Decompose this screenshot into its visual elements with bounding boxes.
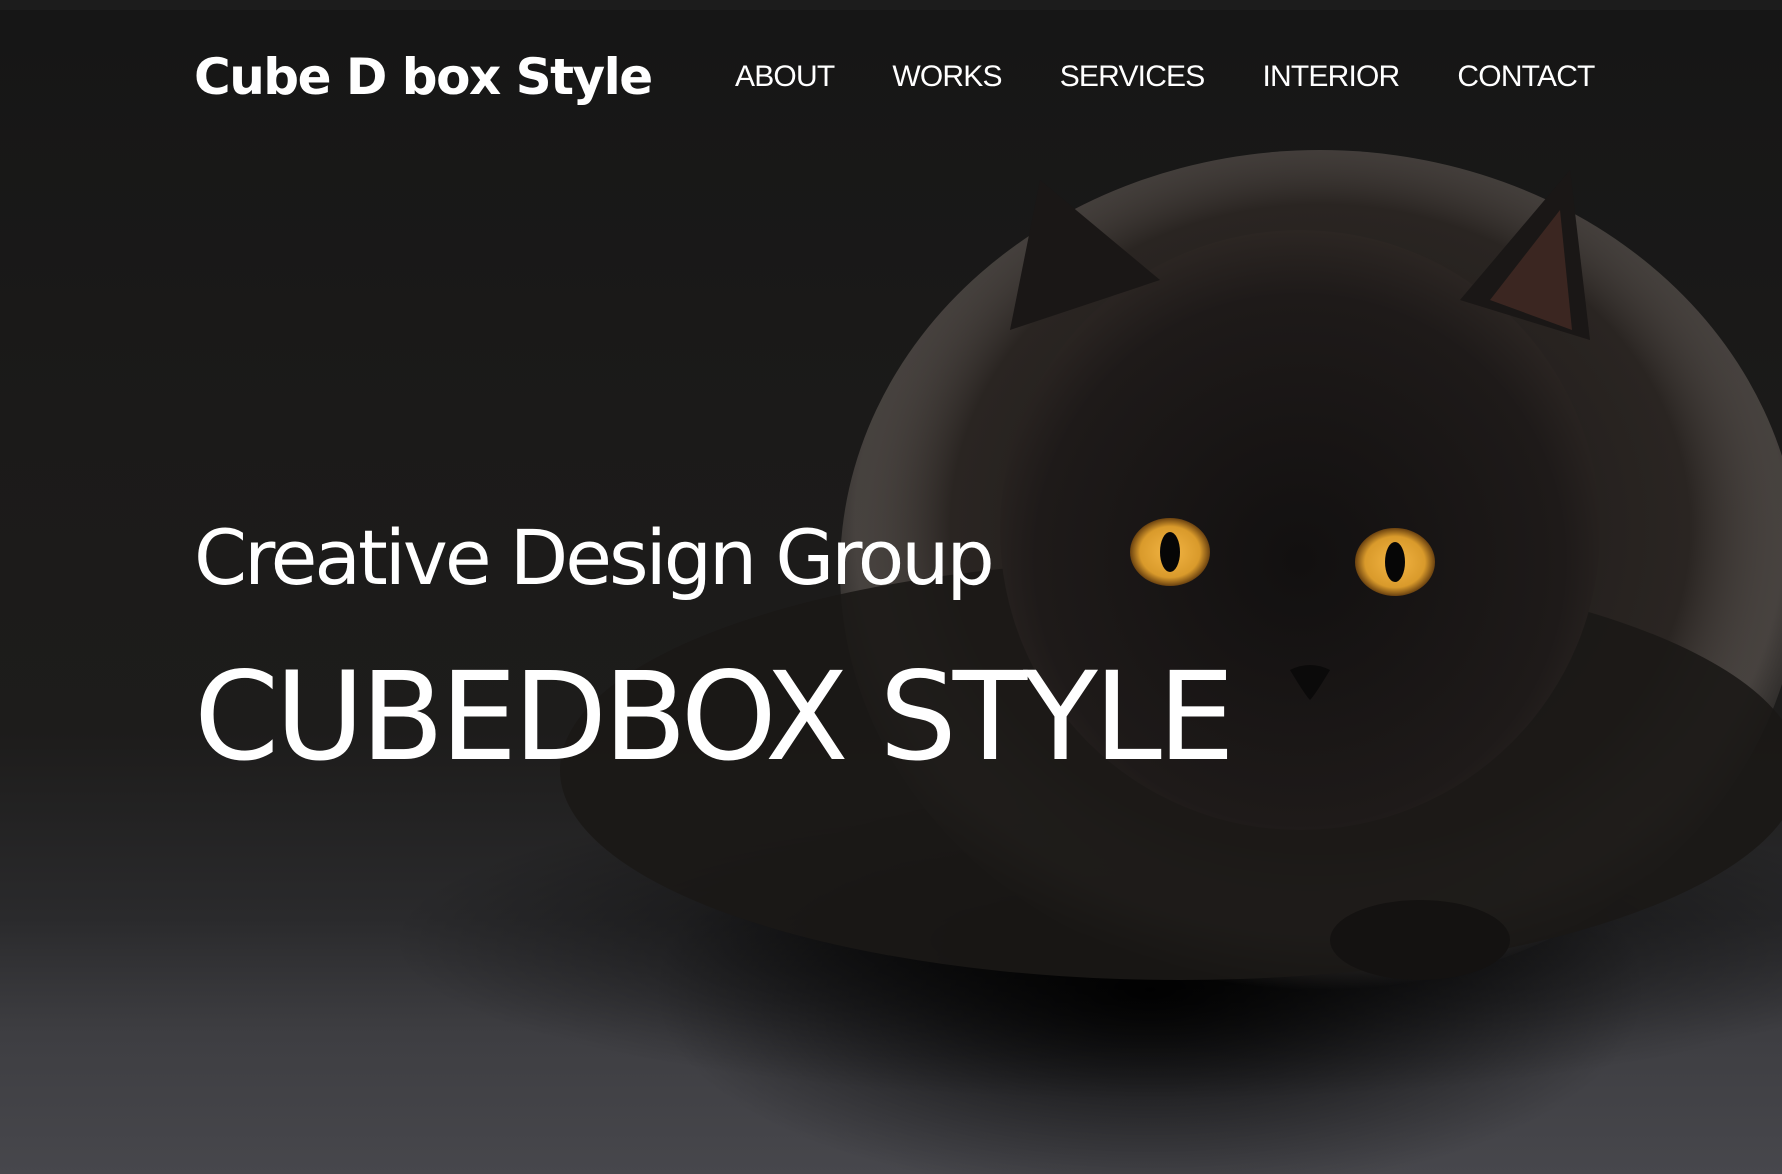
nav-about[interactable]: ABOUT xyxy=(735,60,835,94)
main-nav: ABOUT WORKS SERVICES INTERIOR CONTACT xyxy=(735,60,1595,94)
top-strip xyxy=(0,0,1782,10)
site-logo[interactable]: Cube D box Style xyxy=(194,48,653,106)
hero-text: Creative Design Group CUBEDBOX STYLE xyxy=(194,513,1235,788)
nav-works[interactable]: WORKS xyxy=(892,60,1002,94)
nav-interior[interactable]: INTERIOR xyxy=(1262,60,1400,94)
hero-subtitle: Creative Design Group xyxy=(194,513,995,602)
page: Cube D box Style ABOUT WORKS SERVICES IN… xyxy=(0,0,1782,1174)
site-header: Cube D box Style ABOUT WORKS SERVICES IN… xyxy=(0,10,1782,130)
nav-services[interactable]: SERVICES xyxy=(1060,60,1206,94)
nav-contact[interactable]: CONTACT xyxy=(1457,60,1595,94)
hero-title: CUBEDBOX STYLE xyxy=(194,646,1235,788)
